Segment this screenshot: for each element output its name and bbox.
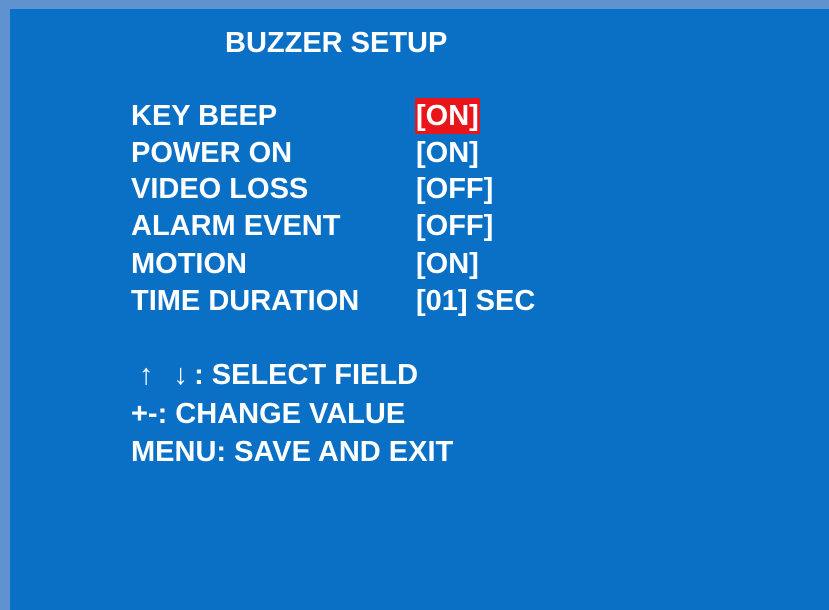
setting-label: ALARM EVENT	[131, 210, 341, 242]
setting-value-selected[interactable]: [ON]	[415, 98, 480, 134]
setting-value[interactable]: [ON]	[415, 135, 480, 171]
setting-label: VIDEO LOSS	[131, 173, 309, 205]
page-title: BUZZER SETUP	[225, 27, 448, 59]
help-select-field: ↑ ↓: SELECT FIELD	[131, 357, 418, 393]
setting-value[interactable]: [01] SEC	[415, 283, 536, 319]
osd-screen: BUZZER SETUP KEY BEEP [ON] POWER ON [ON]…	[0, 0, 829, 610]
setting-label: TIME DURATION	[131, 285, 360, 317]
setting-label: POWER ON	[131, 137, 293, 169]
setting-value[interactable]: [OFF]	[415, 208, 494, 244]
help-change-value: +-: CHANGE VALUE	[131, 398, 406, 430]
help-menu-save-exit: MENU: SAVE AND EXIT	[131, 436, 454, 468]
setting-value[interactable]: [ON]	[415, 246, 480, 282]
up-down-arrow-icon: ↑ ↓	[139, 359, 195, 391]
setting-label: KEY BEEP	[131, 100, 278, 132]
setting-label: MOTION	[131, 248, 247, 280]
help-select-text: : SELECT FIELD	[194, 359, 419, 391]
setting-value[interactable]: [OFF]	[415, 171, 494, 207]
